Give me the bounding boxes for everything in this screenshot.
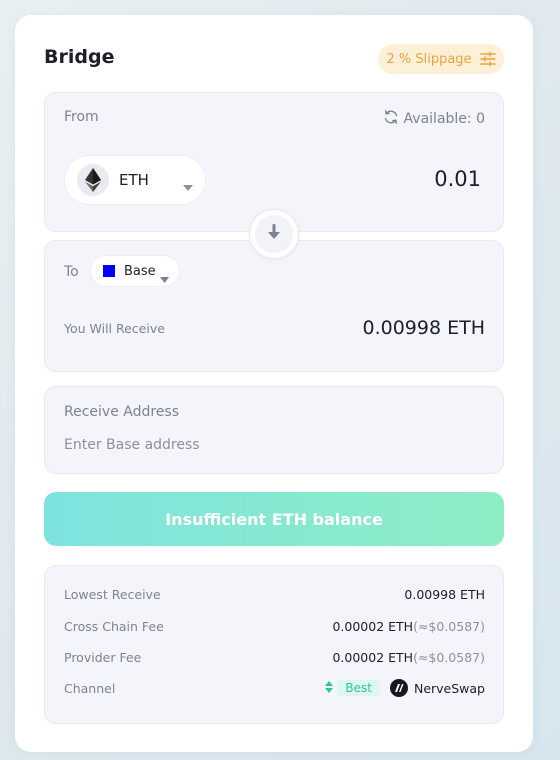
sort-arrows-icon xyxy=(325,680,334,696)
available-label: Available: 0 xyxy=(403,111,485,127)
channel-name: NerveSwap xyxy=(413,680,485,696)
receive-address-input[interactable] xyxy=(64,434,484,456)
chevron-down-icon xyxy=(160,268,169,287)
sliders-icon xyxy=(479,52,496,66)
swap-direction-inner xyxy=(255,215,293,253)
receive-address-panel: Receive Address xyxy=(44,386,504,474)
to-panel: To Base You Will Receive 0.00998 ETH xyxy=(44,240,504,372)
chain-select[interactable]: Base xyxy=(90,255,180,287)
cross-chain-fee-label: Cross Chain Fee xyxy=(64,618,164,634)
channel-value[interactable]: Best NerveSwap xyxy=(325,679,485,697)
token-name: ETH xyxy=(119,171,149,189)
channel-label: Channel xyxy=(64,680,116,696)
slippage-button[interactable]: 2 % Slippage xyxy=(378,44,504,74)
info-row-channel: Channel Best NerveSwap xyxy=(64,678,485,698)
token-select[interactable]: ETH xyxy=(64,155,206,205)
nerveswap-logo xyxy=(389,679,408,697)
to-label: To xyxy=(64,264,79,280)
info-row-cross-chain-fee: Cross Chain Fee 0.00002 ETH (≈$0.0587) xyxy=(64,616,485,636)
best-tag: Best xyxy=(337,680,380,696)
fee-info-panel: Lowest Receive 0.00998 ETH Cross Chain F… xyxy=(44,565,504,724)
from-amount[interactable]: 0.01 xyxy=(434,167,481,191)
best-badge: Best xyxy=(325,680,380,696)
swap-direction-button[interactable] xyxy=(249,209,299,259)
page-title: Bridge xyxy=(44,46,115,68)
receive-address-label: Receive Address xyxy=(64,404,180,420)
info-row-provider-fee: Provider Fee 0.00002 ETH (≈$0.0587) xyxy=(64,647,485,667)
cross-chain-fee-value: 0.00002 ETH (≈$0.0587) xyxy=(332,619,485,634)
base-chain-icon xyxy=(103,265,115,277)
eth-icon xyxy=(77,164,109,196)
cross-chain-fee-amount: 0.00002 ETH xyxy=(332,618,414,634)
insufficient-balance-button[interactable]: Insufficient ETH balance xyxy=(44,492,504,546)
provider-fee-value: 0.00002 ETH (≈$0.0587) xyxy=(332,650,485,665)
chain-name: Base xyxy=(124,263,156,279)
chevron-down-icon xyxy=(183,176,193,195)
provider-fee-amount: 0.00002 ETH xyxy=(332,649,414,665)
from-label: From xyxy=(64,109,99,125)
refresh-icon[interactable] xyxy=(383,109,399,129)
arrow-down-icon xyxy=(268,224,280,244)
lowest-receive-label: Lowest Receive xyxy=(64,586,161,602)
receive-label: You Will Receive xyxy=(64,321,165,336)
bridge-card: Bridge 2 % Slippage From Available: 0 ET… xyxy=(15,15,533,752)
slippage-label: 2 % Slippage xyxy=(386,51,472,67)
available-balance[interactable]: Available: 0 xyxy=(383,109,485,129)
provider-fee-usd: (≈$0.0587) xyxy=(413,649,485,665)
info-row-lowest-receive: Lowest Receive 0.00998 ETH xyxy=(64,584,485,604)
lowest-receive-value: 0.00998 ETH xyxy=(404,586,485,602)
receive-value: 0.00998 ETH xyxy=(362,317,485,339)
cross-chain-fee-usd: (≈$0.0587) xyxy=(413,618,485,634)
provider-fee-label: Provider Fee xyxy=(64,649,142,665)
